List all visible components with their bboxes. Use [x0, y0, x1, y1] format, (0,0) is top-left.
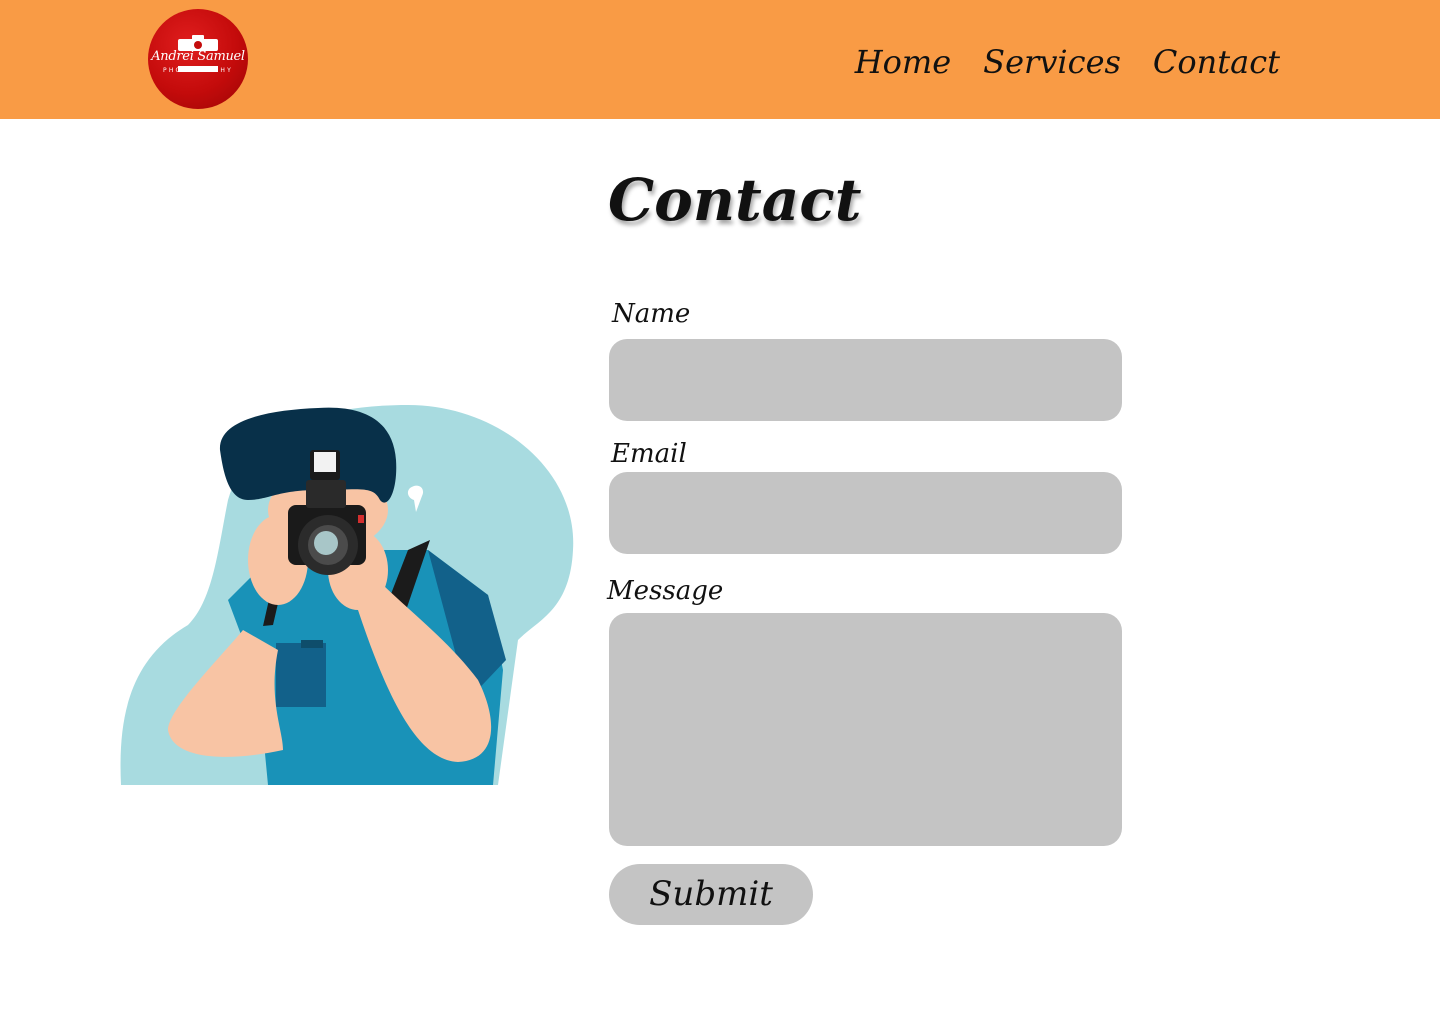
email-label: Email — [611, 439, 687, 469]
submit-button[interactable]: Submit — [609, 864, 813, 925]
message-textarea[interactable] — [609, 613, 1122, 846]
nav-contact-link[interactable]: Contact — [1153, 38, 1280, 86]
main-nav: Home Services Contact — [855, 38, 1280, 86]
name-input[interactable] — [609, 339, 1122, 421]
brand-logo[interactable]: Andrei Samuel PHOTOGRAPHY — [148, 9, 248, 109]
photographer-illustration — [120, 405, 574, 785]
name-label: Name — [612, 299, 691, 329]
page-title: Contact — [608, 166, 862, 234]
email-input[interactable] — [609, 472, 1122, 554]
site-header: Andrei Samuel PHOTOGRAPHY Home Services … — [0, 0, 1440, 119]
logo-name: Andrei Samuel — [151, 49, 245, 64]
nav-services-link[interactable]: Services — [983, 38, 1121, 86]
logo-tagline: PHOTOGRAPHY — [163, 67, 233, 74]
nav-home-link[interactable]: Home — [855, 38, 951, 86]
message-label: Message — [607, 576, 724, 606]
